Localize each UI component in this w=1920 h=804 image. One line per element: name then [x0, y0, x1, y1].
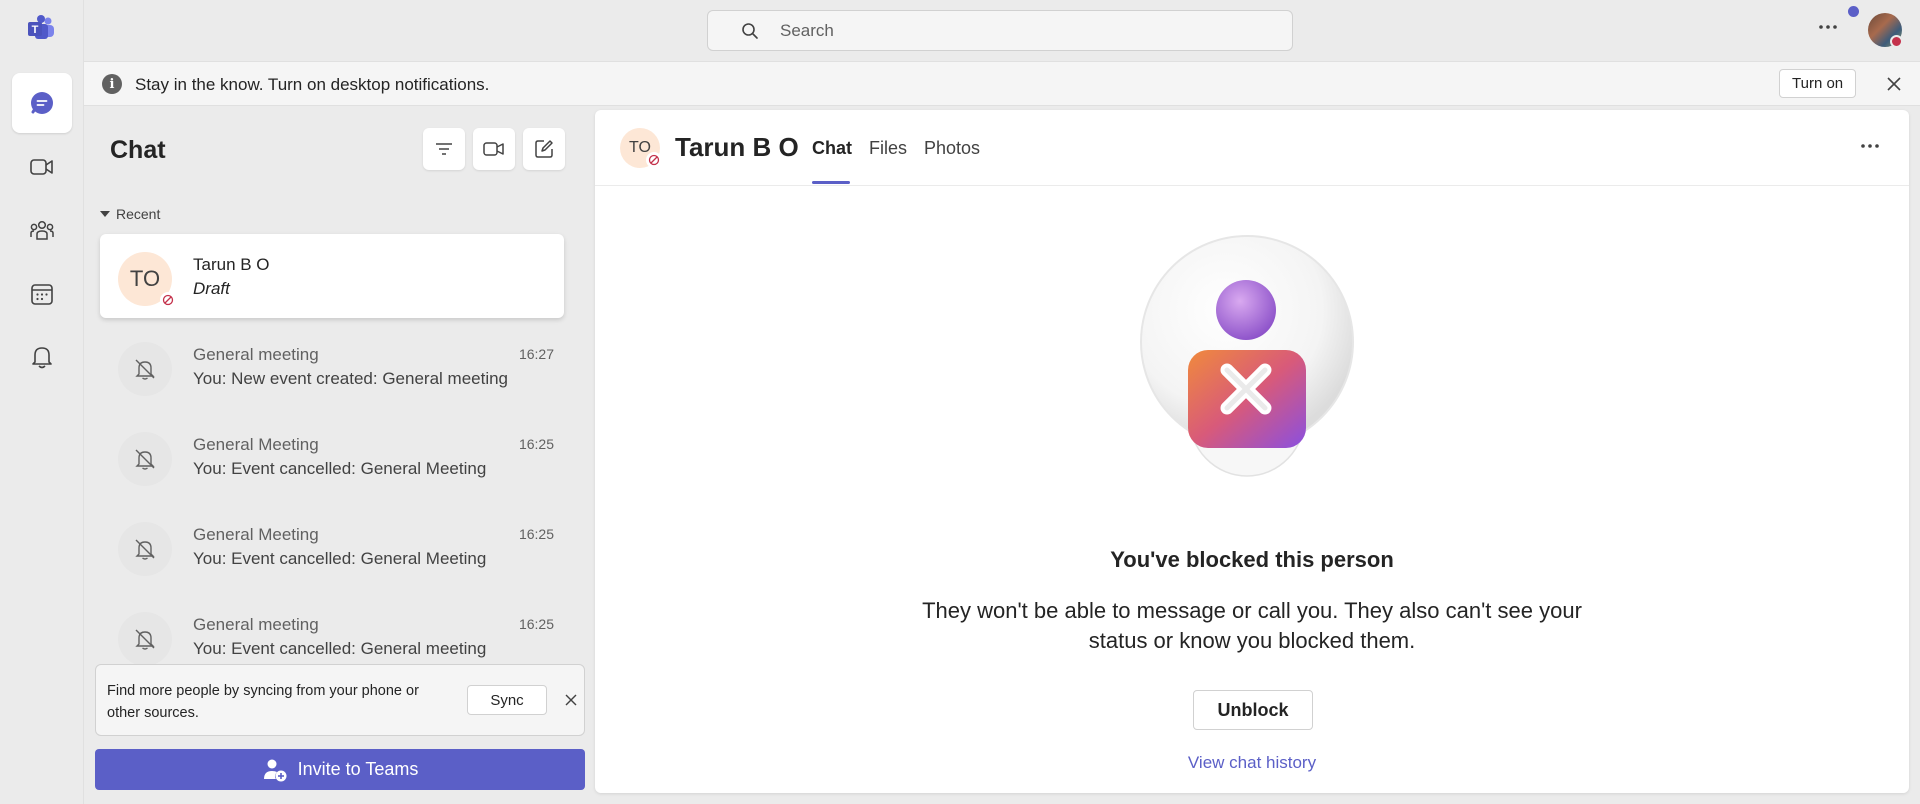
sync-contacts-card: Find more people by syncing from your ph… [95, 664, 585, 736]
more-options-icon[interactable] [1818, 18, 1838, 36]
rail-activity-button[interactable] [12, 327, 72, 387]
meet-now-button[interactable] [473, 128, 515, 170]
chevron-down-icon [100, 211, 110, 217]
close-icon[interactable] [560, 687, 582, 713]
chat-item-name: General meeting [193, 615, 319, 634]
info-icon: i [102, 74, 122, 94]
recent-label: Recent [116, 206, 161, 222]
chat-item-name: Tarun B O [193, 255, 270, 274]
sync-button[interactable]: Sync [467, 685, 547, 715]
app-rail: T [0, 0, 84, 804]
filter-icon [436, 143, 452, 155]
bell-icon [32, 347, 52, 369]
search-placeholder: Search [780, 20, 834, 40]
chat-item-preview: You: New event created: General meeting [193, 369, 509, 388]
calendar-icon [31, 284, 53, 305]
blocked-person-illustration [1135, 230, 1365, 490]
rail-calendar-button[interactable] [12, 264, 72, 324]
chat-item-preview: Draft [193, 279, 230, 298]
chat-item-time: 16:25 [518, 616, 554, 632]
conversation-title: Tarun B O [675, 132, 799, 162]
compose-icon [535, 140, 553, 158]
muted-bell-icon [118, 342, 172, 396]
chat-list-item[interactable]: General Meeting You: Event cancelled: Ge… [100, 414, 564, 498]
top-bar: Search [84, 0, 1920, 61]
close-icon[interactable] [1881, 71, 1907, 97]
chat-list-item[interactable]: General meeting You: New event created: … [100, 324, 564, 408]
blocked-title: You've blocked this person [1110, 547, 1394, 572]
chat-list-panel: Chat Recent TO Tarun B O Draft General m… [84, 106, 592, 804]
conversation-pane: TO Tarun B O Chat Files Photos You've bl… [595, 110, 1909, 793]
chat-item-time: 16:25 [518, 526, 554, 542]
more-options-icon[interactable] [1860, 137, 1880, 155]
video-camera-icon [30, 159, 53, 175]
new-chat-button[interactable] [523, 128, 565, 170]
recent-section-header[interactable]: Recent [100, 206, 160, 222]
people-community-icon [30, 220, 54, 240]
teams-logo-icon[interactable]: T [26, 14, 58, 46]
chat-item-time: 16:27 [518, 346, 554, 362]
chat-list-item[interactable]: General Meeting You: Event cancelled: Ge… [100, 504, 564, 588]
person-add-icon [263, 759, 287, 781]
tab-photos[interactable]: Photos [924, 138, 980, 159]
conversation-header: TO Tarun B O Chat Files Photos [595, 110, 1909, 186]
tab-files[interactable]: Files [869, 138, 907, 159]
chat-item-name: General Meeting [193, 435, 319, 454]
banner-text: Stay in the know. Turn on desktop notifi… [135, 75, 490, 94]
chat-list-item[interactable]: TO Tarun B O Draft [100, 234, 564, 318]
video-camera-icon [483, 142, 504, 156]
chat-item-name: General Meeting [193, 525, 319, 544]
invite-to-teams-button[interactable]: Invite to Teams [95, 749, 585, 790]
search-input[interactable]: Search [707, 10, 1293, 51]
notification-dot [1848, 6, 1859, 17]
turn-on-button[interactable]: Turn on [1779, 69, 1857, 98]
blocked-description: They won't be able to message or call yo… [922, 598, 1582, 653]
filter-button[interactable] [423, 128, 465, 170]
active-tab-indicator [812, 181, 850, 184]
invite-label: Invite to Teams [297, 759, 419, 779]
rail-chat-button[interactable] [12, 73, 72, 133]
blocked-icon [160, 292, 176, 308]
notification-banner: i Stay in the know. Turn on desktop noti… [84, 61, 1920, 106]
blocked-icon [646, 152, 662, 168]
chat-icon [31, 92, 53, 114]
chat-list-title: Chat [110, 136, 166, 164]
sync-text: Find more people by syncing from your ph… [107, 683, 419, 721]
chat-item-preview: You: Event cancelled: General meeting [193, 639, 487, 658]
muted-bell-icon [118, 612, 172, 666]
rail-communities-button[interactable] [12, 200, 72, 260]
chat-item-name: General meeting [193, 345, 319, 364]
tab-chat[interactable]: Chat [812, 138, 852, 159]
view-chat-history-link[interactable]: View chat history [595, 753, 1909, 773]
muted-bell-icon [118, 432, 172, 486]
chat-item-time: 16:25 [518, 436, 554, 452]
svg-text:T: T [32, 24, 39, 36]
unblock-button[interactable]: Unblock [1193, 690, 1313, 730]
search-icon [742, 23, 758, 39]
chat-item-preview: You: Event cancelled: General Meeting [193, 549, 487, 568]
chat-item-preview: You: Event cancelled: General Meeting [193, 459, 487, 478]
muted-bell-icon [118, 522, 172, 576]
rail-meet-button[interactable] [12, 137, 72, 197]
presence-busy-icon [1890, 35, 1903, 48]
